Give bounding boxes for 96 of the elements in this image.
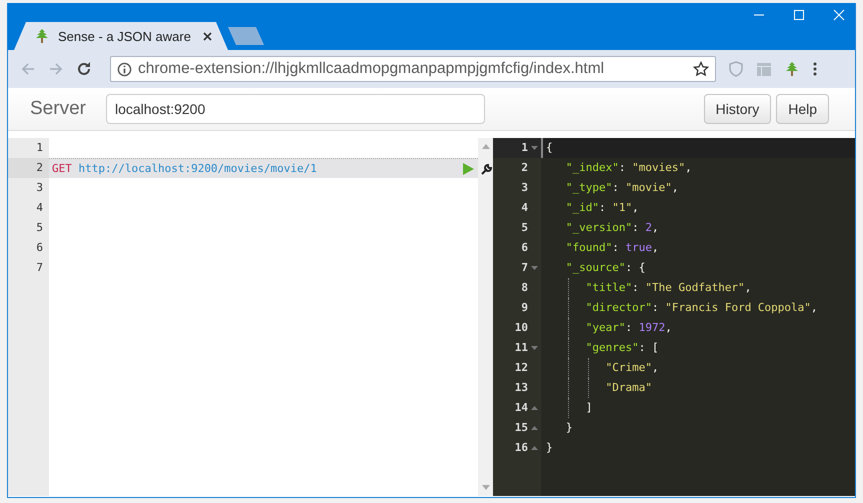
json-key: "year" [546, 321, 626, 334]
line-number: 5 [521, 220, 528, 236]
browser-tab[interactable]: Sense - a JSON aware [14, 22, 228, 50]
line-number: 15 [514, 420, 528, 436]
scroll-up-icon[interactable] [482, 144, 490, 149]
json-punctuation: : [612, 181, 620, 194]
json-string: "movie" [625, 181, 672, 194]
star-icon[interactable] [693, 61, 709, 77]
server-label: Server [30, 98, 86, 120]
request-url: http://localhost:9200/movies/movie/1 [78, 162, 317, 175]
scroll-down-icon[interactable] [482, 485, 490, 490]
unfold-icon[interactable] [530, 426, 538, 430]
line-number: 14 [514, 400, 528, 416]
fold-icon[interactable] [530, 146, 538, 150]
json-punctuation: , [652, 221, 659, 234]
json-punctuation: : [ [638, 341, 659, 354]
json-punctuation: : [625, 321, 634, 334]
play-icon[interactable] [463, 163, 474, 175]
line-number: 3 [521, 180, 528, 196]
maximize-icon[interactable] [793, 9, 805, 21]
json-punctuation: ] [584, 401, 592, 414]
line-number: 1 [521, 140, 528, 156]
line-number: 4 [35, 200, 44, 216]
unfold-icon[interactable] [530, 446, 538, 450]
json-string: "Francis Ford Coppola" [665, 301, 811, 314]
json-punctuation: , [744, 281, 752, 294]
back-arrow-icon[interactable] [20, 61, 36, 77]
line-number: 7 [521, 260, 528, 276]
history-button[interactable]: History [704, 94, 772, 124]
line-number: 16 [514, 440, 528, 456]
json-punctuation: : [652, 301, 660, 314]
line-number: 12 [514, 360, 528, 376]
tree-icon [784, 61, 800, 77]
json-key: "_index" [546, 161, 619, 174]
json-punctuation: , [810, 301, 818, 314]
line-number: 11 [514, 340, 528, 356]
json-punctuation: : [612, 241, 620, 254]
server-field[interactable]: localhost:9200 [106, 94, 485, 124]
json-key: "_version" [546, 221, 632, 234]
fold-icon[interactable] [530, 346, 538, 350]
json-punctuation: : { [625, 261, 646, 274]
json-string: "movies" [632, 161, 686, 174]
info-icon[interactable] [117, 62, 132, 76]
json-string: "The Godfather" [645, 281, 745, 294]
line-number: 9 [521, 300, 528, 316]
line-number: 7 [35, 260, 44, 276]
json-key: "genres" [546, 341, 639, 354]
line-number: 2 [521, 160, 528, 176]
line-number: 5 [35, 220, 44, 236]
json-string: "Drama" [604, 381, 652, 394]
json-value: 2 [645, 221, 652, 234]
json-key: "_source" [546, 261, 626, 274]
line-number: 6 [35, 240, 44, 256]
json-punctuation: : [598, 201, 607, 214]
line-number: 8 [521, 280, 528, 296]
close-icon[interactable] [202, 32, 212, 40]
fold-icon[interactable] [530, 266, 538, 270]
json-punctuation: , [685, 161, 692, 174]
url-text: chrome-extension://lhjgkmllcaadmopgmanpapmpjgmfcfig/index.html [138, 60, 606, 78]
json-punctuation: } [546, 441, 553, 454]
line-number: 1 [35, 140, 44, 156]
line-number: 2 [8, 158, 49, 178]
line-number: 6 [521, 240, 528, 256]
json-punctuation: , [665, 321, 672, 334]
json-punctuation: , [632, 201, 639, 214]
json-string: "1" [612, 201, 632, 214]
line-number: 13 [514, 380, 528, 396]
help-button[interactable]: Help [776, 94, 829, 124]
line-number: 4 [521, 200, 528, 216]
menu-icon[interactable] [812, 61, 818, 77]
shield-icon[interactable] [728, 61, 744, 77]
json-key: "found" [546, 241, 612, 254]
json-punctuation: : [618, 161, 626, 174]
json-punctuation: } [564, 421, 572, 434]
json-punctuation: , [652, 361, 659, 374]
json-key: "title" [546, 281, 632, 294]
json-punctuation: , [652, 241, 659, 254]
reload-icon[interactable] [76, 61, 92, 77]
json-key: "director" [546, 301, 652, 314]
unfold-icon[interactable] [530, 406, 538, 410]
wrench-icon[interactable] [481, 163, 493, 175]
line-number: 10 [514, 320, 528, 336]
json-key: "_id" [546, 201, 599, 214]
json-value: 1972 [638, 321, 666, 334]
http-method: GET [52, 162, 72, 175]
forward-arrow-icon[interactable] [48, 61, 64, 77]
json-punctuation: , [672, 181, 678, 194]
json-string: "Crime" [604, 361, 652, 374]
json-punctuation: : [632, 281, 640, 294]
address-bar[interactable]: chrome-extension://lhjgkmllcaadmopgmanpapmpjgmfcfig/index.html [110, 56, 716, 82]
json-key: "_type" [546, 181, 612, 194]
json-punctuation: { [546, 141, 553, 154]
tree-icon [34, 28, 50, 44]
line-number: 3 [35, 180, 44, 196]
json-value: true [625, 241, 652, 254]
json-punctuation: : [632, 221, 640, 234]
